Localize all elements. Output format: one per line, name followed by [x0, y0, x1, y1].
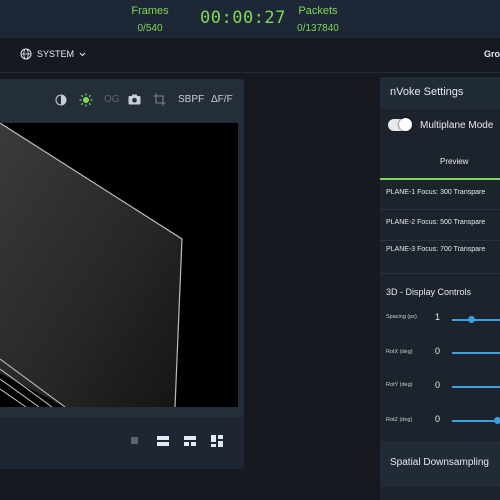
- tab-preview-label: Preview: [440, 157, 469, 166]
- divider: [380, 240, 500, 241]
- display-controls-title: 3D - Display Controls: [386, 287, 472, 297]
- packets-label: Packets: [298, 5, 338, 17]
- chevron-down-icon: [79, 52, 86, 56]
- divider: [380, 209, 500, 210]
- delta-f-over-f-button[interactable]: ΔF/F: [211, 94, 233, 105]
- settings-header: nVoke Settings: [380, 77, 500, 109]
- microscope-image[interactable]: [0, 123, 238, 407]
- split-mixed-icon[interactable]: [184, 436, 196, 446]
- rotx-value: 0: [435, 346, 441, 356]
- frames-stat: Frames 0/540: [128, 5, 172, 34]
- plane-1-row[interactable]: PLANE-1 Focus: 300 Transpare: [386, 189, 485, 196]
- top-status-bar: Frames 0/540 00:00:27 Packets 0/137840: [0, 0, 500, 38]
- multiplane-toggle-row: Multiplane Mode: [388, 118, 494, 131]
- plane-2-row[interactable]: PLANE-2 Focus: 500 Transpare: [386, 219, 485, 226]
- packets-stat: Packets 0/137840: [290, 5, 346, 34]
- rotz-value: 0: [435, 414, 441, 424]
- frames-label: Frames: [131, 5, 169, 17]
- settings-title: nVoke Settings: [390, 86, 464, 98]
- spacing-label: Spacing (px): [386, 314, 417, 320]
- rotz-slider-thumb[interactable]: [494, 417, 500, 424]
- tab-preview[interactable]: Preview: [380, 146, 500, 180]
- viewer-toolbar: OG SBPF ΔF/F: [0, 79, 244, 121]
- frames-value: 0/540: [137, 23, 163, 34]
- divider: [380, 273, 500, 274]
- system-dropdown[interactable]: SYSTEM: [20, 48, 86, 60]
- sbpf-button[interactable]: SBPF: [178, 94, 204, 105]
- brightness-icon[interactable]: [79, 93, 93, 107]
- multiplane-3d-render: [0, 123, 183, 407]
- rotz-slider[interactable]: [452, 420, 500, 422]
- layout-toolbar: [0, 417, 244, 469]
- contrast-icon[interactable]: [55, 94, 67, 106]
- grid-layout-icon[interactable]: [211, 435, 223, 447]
- system-label: SYSTEM: [37, 49, 75, 59]
- nvoke-settings-panel: nVoke Settings Multiplane Mode Preview P…: [380, 77, 500, 500]
- system-bar: SYSTEM Gro: [0, 38, 500, 73]
- toggle-knob: [399, 118, 412, 131]
- globe-icon: [20, 48, 32, 60]
- roty-slider[interactable]: [452, 386, 500, 388]
- packets-value: 0/137840: [297, 23, 339, 34]
- multiplane-toggle[interactable]: [388, 118, 412, 131]
- spacing-value: 1: [435, 312, 441, 322]
- plane-3-row[interactable]: PLANE-3 Focus: 700 Transpare: [386, 246, 485, 253]
- crop-icon[interactable]: [153, 93, 166, 106]
- split-horizontal-icon[interactable]: [157, 436, 169, 446]
- rotz-label: RotZ (deg): [386, 417, 413, 423]
- rotx-label: RotX (deg): [386, 349, 413, 355]
- roty-value: 0: [435, 380, 441, 390]
- rotx-slider[interactable]: [452, 352, 500, 354]
- spatial-downsampling-header[interactable]: Spatial Downsampling: [380, 441, 500, 487]
- recording-timer: 00:00:27: [200, 8, 286, 28]
- camera-icon[interactable]: [128, 94, 141, 105]
- spacing-slider-thumb[interactable]: [468, 316, 475, 323]
- single-layout-icon[interactable]: [131, 437, 138, 444]
- image-viewer-panel: OG SBPF ΔF/F: [0, 79, 244, 469]
- spacing-slider[interactable]: [452, 319, 500, 321]
- multiplane-label: Multiplane Mode: [420, 119, 494, 131]
- og-button[interactable]: OG: [104, 94, 120, 105]
- spatial-downsampling-label: Spatial Downsampling: [390, 457, 489, 468]
- roty-label: RotY (deg): [386, 382, 413, 388]
- group-label: Gro: [484, 49, 500, 59]
